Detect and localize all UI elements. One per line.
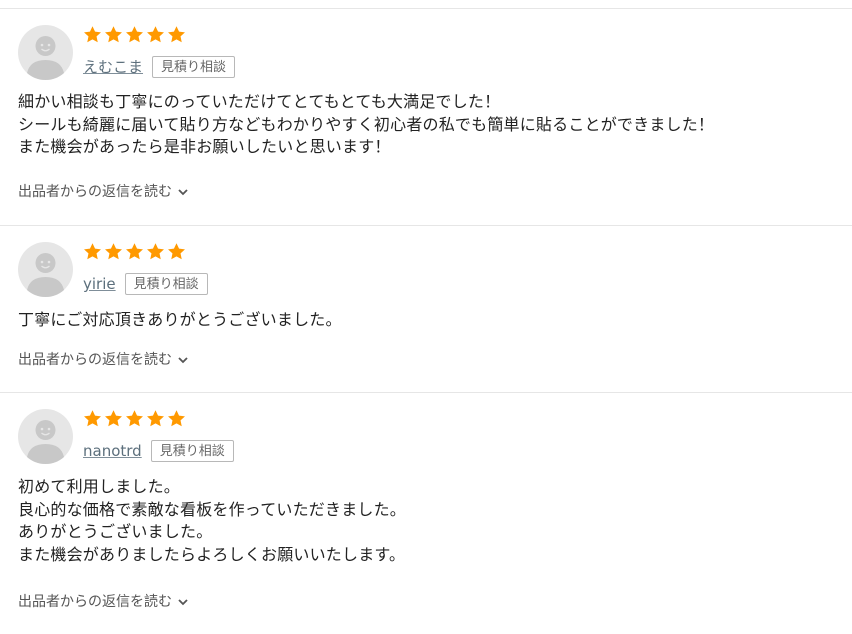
read-reply-link[interactable]: 出品者からの返信を読む [18,182,189,202]
review-list: えむこま 見積り相談 細かい相談も丁寧にのっていただけてとてもとても大満足でした！… [0,0,852,634]
review-text-line: 細かい相談も丁寧にのっていただけてとてもとても大満足でした！ [18,92,501,111]
review-item: yirie 見積り相談 丁寧にご対応頂きありがとうございました。 出品者からの返信… [0,225,852,392]
review-text-line: ありがとうございました。 [18,522,213,541]
review-text-line: 初めて利用しました。 [18,477,181,496]
username-link[interactable]: yirie [83,272,116,296]
review-text-line: また機会があったら是非お願いしたいと思います！ [18,137,391,156]
review-text: 初めて利用しました。 良心的な価格で素敵な看板を作っていただきました。 ありがと… [18,476,406,566]
review-item: えむこま 見積り相談 細かい相談も丁寧にのっていただけてとてもとても大満足でした！… [0,8,852,225]
star-icon [147,243,164,260]
star-icon [168,410,185,427]
avatar[interactable] [18,242,73,297]
service-tag: 見積り相談 [124,273,208,295]
star-icon [126,410,143,427]
star-rating [83,409,188,431]
read-reply-label: 出品者からの返信を読む [18,594,172,610]
avatar[interactable] [18,25,73,80]
star-icon [105,26,122,43]
star-icon [84,410,101,427]
review-text: 丁寧にご対応頂きありがとうございました。 [18,309,342,332]
review-text-line: また機会がありましたらよろしくお願いいたします。 [18,544,406,564]
review-text-line: 良心的な価格で素敵な看板を作っていただきました。 [18,499,407,519]
star-icon [147,410,164,427]
service-tag: 見積り相談 [152,56,236,78]
star-icon [84,243,101,260]
star-icon [168,243,185,260]
star-icon [168,26,185,43]
user-row: yirie 見積り相談 [83,272,208,298]
read-reply-link[interactable]: 出品者からの返信を読む [18,350,189,370]
read-reply-label: 出品者からの返信を読む [18,352,172,368]
chevron-down-icon [178,189,188,196]
star-rating [83,25,188,47]
star-icon [105,243,122,260]
username-link[interactable]: えむこま [83,55,143,79]
review-text: 細かい相談も丁寧にのっていただけてとてもとても大満足でした！ シールも綺麗に届い… [18,91,714,159]
star-icon [105,410,122,427]
star-icon [126,243,143,260]
read-reply-label: 出品者からの返信を読む [18,184,172,200]
avatar[interactable] [18,409,73,464]
username-link[interactable]: nanotrd [83,439,142,463]
chevron-down-icon [178,357,188,364]
user-row: nanotrd 見積り相談 [83,439,234,465]
service-tag: 見積り相談 [150,440,234,462]
chevron-down-icon [178,599,188,606]
user-row: えむこま 見積り相談 [83,55,236,81]
read-reply-link[interactable]: 出品者からの返信を読む [18,592,189,612]
review-text-line: 丁寧にご対応頂きありがとうございました。 [18,310,342,329]
star-icon [84,26,101,43]
star-icon [126,26,143,43]
star-icon [147,26,164,43]
review-item: nanotrd 見積り相談 初めて利用しました。 良心的な価格で素敵な看板を作って… [0,392,852,634]
review-text-line: シールも綺麗に届いて貼り方などもわかりやすく初心者の私でも簡単に貼ることができま… [18,114,715,134]
star-rating [83,242,188,264]
